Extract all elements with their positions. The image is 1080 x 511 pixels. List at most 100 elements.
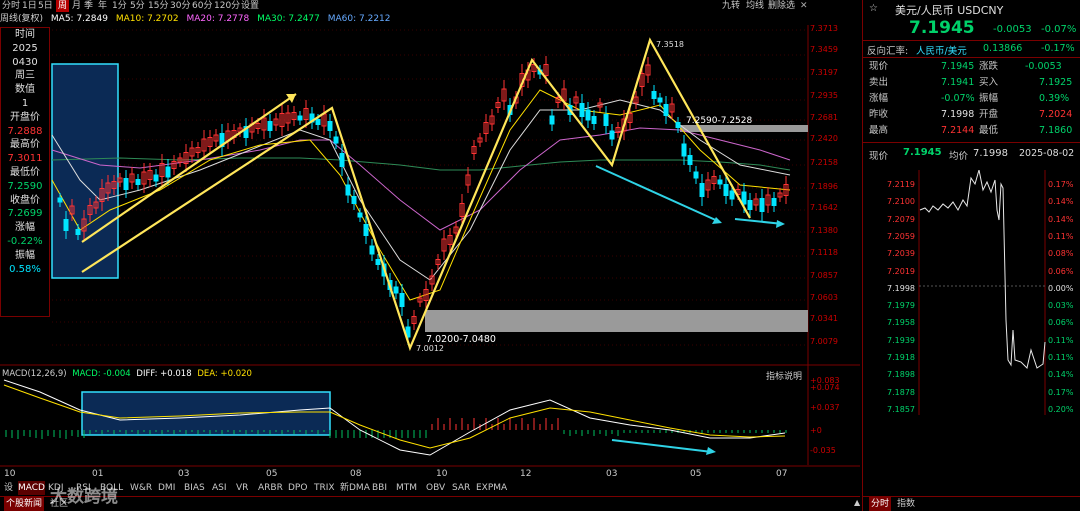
candle-body (663, 104, 669, 116)
indicator-tab[interactable]: 新DMA (340, 481, 370, 495)
intraday-pct-tick: 0.00% (1048, 283, 1074, 293)
candle-body (579, 103, 585, 117)
quote-value: 7.1860 (1039, 125, 1073, 136)
quote-change: -0.0053 (993, 24, 1032, 35)
intraday-price-tick: 7.1857 (887, 404, 915, 414)
indicator-tab[interactable]: MTM (396, 481, 417, 495)
candle-body (651, 91, 657, 99)
price-tick: 7.3713 (810, 24, 838, 33)
tab-index[interactable]: 指数 (897, 497, 915, 511)
info-row: 最低价 (10, 166, 40, 178)
tab-intraday[interactable]: 分时 (869, 497, 892, 511)
quote-value: 7.2024 (1039, 109, 1073, 120)
candle-body (369, 245, 375, 255)
ma10-line (51, 89, 791, 301)
indicator-tab[interactable]: BBI (372, 481, 387, 495)
candle-body (297, 115, 303, 121)
quote-label: 涨跌 (979, 61, 999, 72)
intraday-date: 2025-08-02 (1019, 148, 1075, 159)
intraday-pct-tick: 0.14% (1048, 214, 1074, 224)
reverse-pair-link[interactable]: 人民币/美元 (916, 43, 967, 57)
high-label: 7.3518 (656, 40, 684, 49)
macd-legend-title: MACD(12,26,9) (2, 369, 67, 379)
quote-row: 现价 7.1945 涨跌 -0.0053 (869, 60, 1077, 74)
low-label: 7.0012 (416, 344, 444, 353)
price-tick: 7.1118 (810, 248, 838, 257)
price-tick: 7.0079 (810, 337, 838, 346)
indicator-help-link[interactable]: 指标说明 (766, 369, 802, 382)
indicator-tab[interactable]: DMI (158, 481, 175, 495)
candle-body (57, 197, 63, 203)
info-row: 0430 (12, 56, 38, 68)
intraday-pct-tick: 0.17% (1048, 180, 1074, 189)
quote-label: 开盘 (979, 109, 999, 120)
quote-label: 涨幅 (869, 93, 889, 104)
indicator-tab[interactable]: ARBR (258, 481, 283, 495)
candle-body (393, 286, 399, 294)
indicator-tab[interactable]: MACD (18, 481, 45, 495)
intraday-chart[interactable] (863, 170, 1080, 420)
quote-value: -0.0053 (1025, 61, 1062, 72)
quote-label: 最高 (869, 125, 889, 136)
info-row: 2025 (12, 42, 38, 54)
candle-body (585, 109, 591, 121)
price-tick: 7.2681 (810, 113, 838, 122)
macd-value: MACD: -0.004 (72, 369, 131, 379)
candle-body (327, 121, 333, 131)
candle-body (363, 224, 369, 236)
tab-news[interactable]: 个股新闻 (4, 497, 45, 511)
candle-body (771, 198, 777, 206)
candle-body (675, 122, 681, 128)
info-row: 振幅 (15, 249, 35, 261)
price-tick: 7.1896 (810, 182, 838, 191)
star-icon[interactable]: ☆ (869, 3, 878, 14)
candle-body (267, 121, 273, 131)
intraday-now-label: 现价 (869, 151, 889, 162)
quote-pct: -0.07% (1041, 24, 1077, 35)
candles (57, 56, 789, 345)
intraday-pct-tick: 0.17% (1048, 387, 1074, 397)
indicator-tab[interactable]: VR (236, 481, 248, 495)
macd-tick: +0.074 (810, 383, 840, 392)
info-row: 0.58% (9, 263, 41, 275)
price-tick: 7.3459 (810, 45, 838, 54)
indicator-tab[interactable]: ASI (212, 481, 227, 495)
kline-chart[interactable] (0, 0, 862, 511)
info-row: 涨幅 (15, 222, 35, 234)
quote-row: 最高 7.2144 最低 7.1860 (869, 124, 1077, 138)
quote-row: 涨幅 -0.07% 振幅 0.39% (869, 92, 1077, 106)
info-row: 7.2590 (7, 180, 43, 192)
price-tick: 7.1380 (810, 226, 838, 235)
quote-label: 振幅 (979, 93, 999, 104)
quote-label: 买入 (979, 77, 999, 88)
intraday-avg: 7.1998 (973, 148, 1008, 159)
intraday-price-tick: 7.1939 (887, 335, 915, 345)
candle-body (75, 229, 81, 235)
candle-body (339, 153, 345, 167)
intraday-pct-tick: 0.20% (1048, 404, 1074, 414)
macd-tick: +0 (810, 426, 822, 435)
time-tick: 03 (178, 469, 190, 479)
indicator-tab[interactable]: BIAS (184, 481, 205, 495)
intraday-price-tick: 7.2119 (887, 180, 915, 189)
indicator-tab[interactable]: EXPMA (476, 481, 507, 495)
indicator-tab[interactable]: OBV (426, 481, 445, 495)
info-row: -0.22% (7, 235, 43, 247)
intraday-price-tick: 7.1878 (887, 387, 915, 397)
info-row: 7.3011 (7, 153, 43, 165)
indicator-tab[interactable]: 设 (4, 481, 13, 495)
candle-body (729, 190, 735, 200)
price-tick: 7.0603 (810, 293, 838, 302)
expand-icon[interactable]: ▲ (854, 498, 860, 507)
macd-tick: +0.037 (810, 403, 840, 412)
candle-body (357, 212, 363, 218)
indicator-tab[interactable]: DPO (288, 481, 307, 495)
indicator-tab[interactable]: TRIX (314, 481, 335, 495)
indicator-tab[interactable]: SAR (452, 481, 470, 495)
info-row: 时间 (15, 29, 35, 40)
indicator-tab[interactable]: W&R (130, 481, 152, 495)
time-tick: 03 (606, 469, 618, 479)
candle-body (153, 174, 159, 182)
arrow-head-yellow (286, 94, 296, 103)
indicator-tabs: 设 MACD KDJ RSI BOLL W&R DMI BIAS ASI VR ARBR DPO TRI… (0, 481, 860, 495)
